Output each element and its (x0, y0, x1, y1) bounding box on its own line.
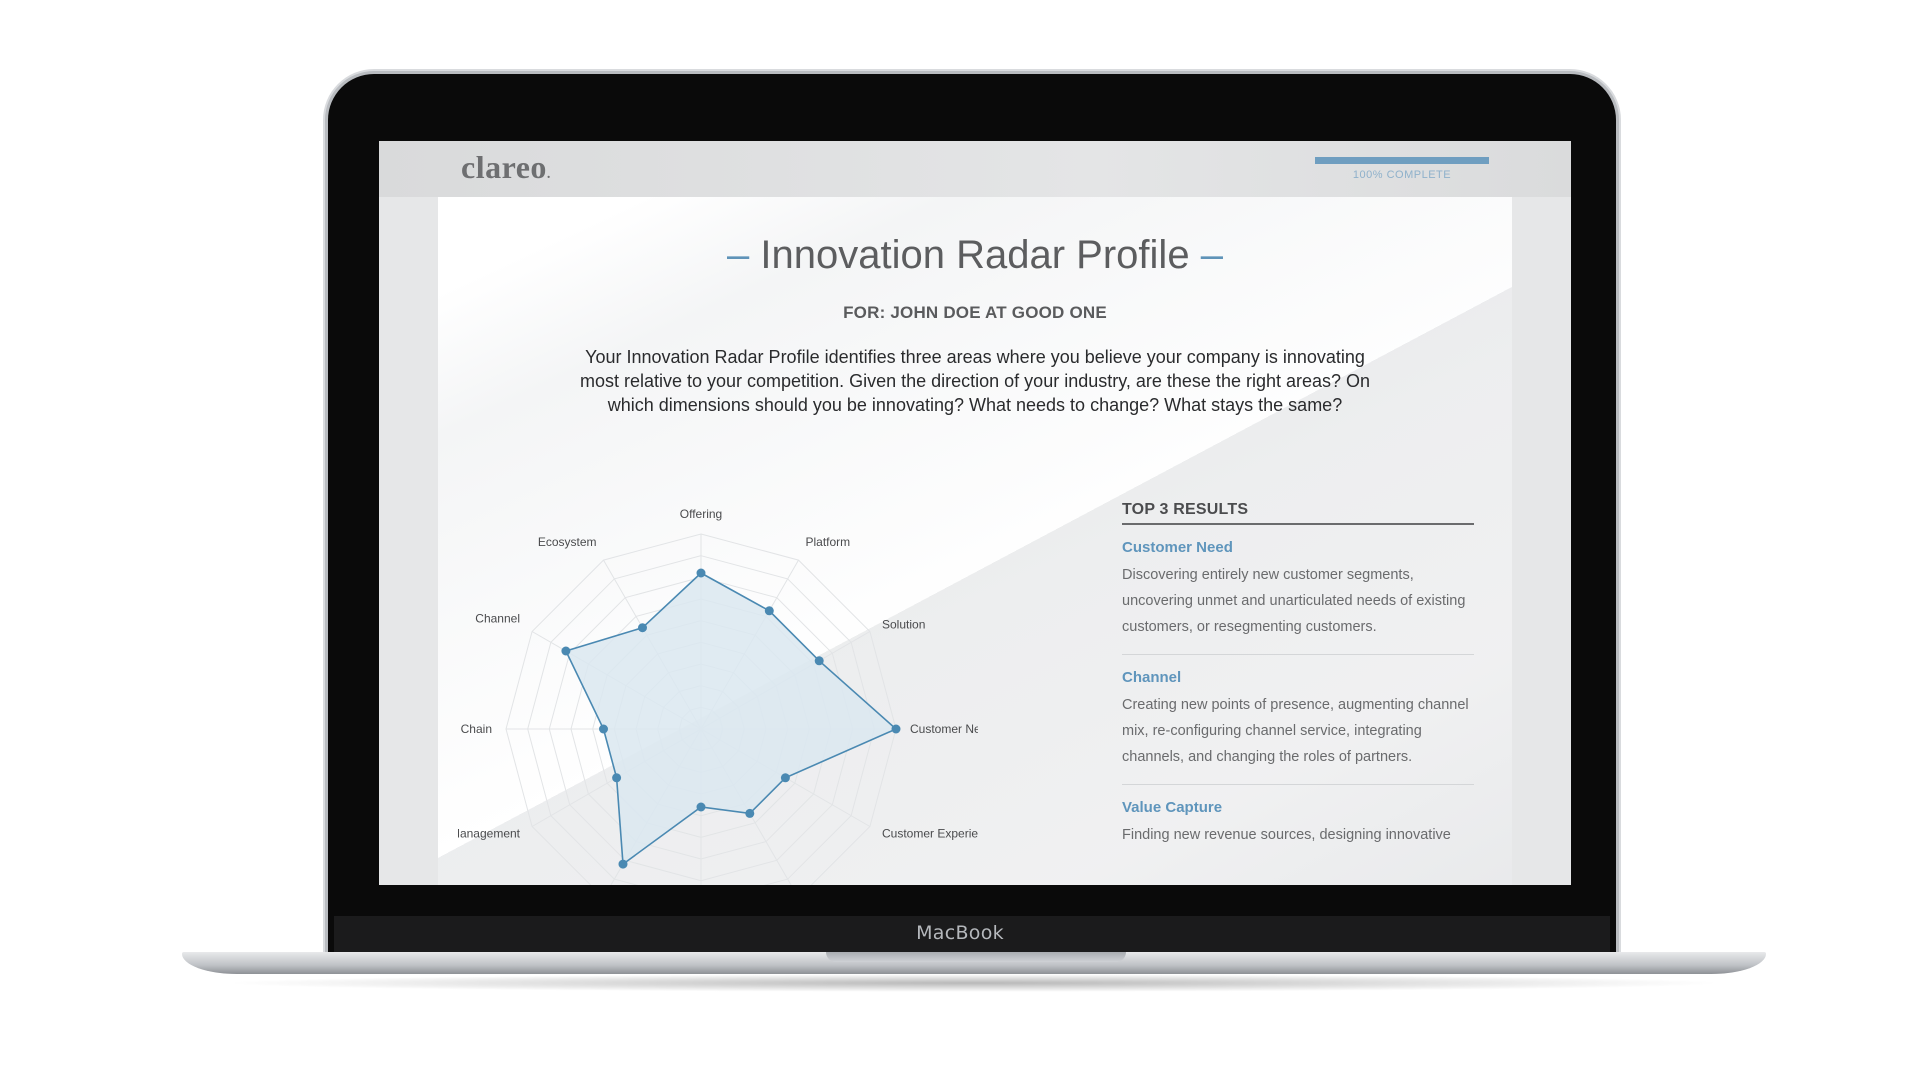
title-dash-right: – (1200, 233, 1223, 277)
radar-data-point (561, 646, 571, 656)
result-description: Discovering entirely new customer segmen… (1122, 567, 1466, 635)
laptop-brand-label: MacBook (916, 922, 1004, 944)
laptop-scene: MacBook clareo. 100% COMPLETE – Innovati… (0, 0, 1920, 1080)
radar-data-point (764, 606, 774, 616)
logo-text: clareo (461, 149, 547, 185)
result-description: Creating new points of presence, augment… (1122, 697, 1469, 765)
report-recipient: FOR: JOHN DOE AT GOOD ONE (843, 303, 1107, 322)
radar-data-point (891, 724, 901, 734)
progress-bar-fill (1315, 157, 1489, 164)
result-item: Value Capture Finding new revenue source… (1122, 785, 1474, 862)
report-sheet: – Innovation Radar Profile – FOR: JOHN D… (438, 197, 1512, 885)
radar-data-point (638, 623, 647, 633)
progress-bar (1315, 157, 1489, 164)
result-description: Finding new revenue sources, designing i… (1122, 827, 1451, 843)
laptop-screen: clareo. 100% COMPLETE – Innovation Radar… (379, 141, 1571, 885)
clareo-logo[interactable]: clareo. (461, 149, 551, 186)
radar-data-point (612, 773, 622, 783)
report-intro: Your Innovation Radar Profile identifies… (579, 347, 1371, 415)
radar-data-point (696, 802, 706, 812)
radar-axis-label: Ecosystem (538, 535, 597, 549)
page-title: – Innovation Radar Profile – (438, 233, 1512, 278)
progress-label: 100% COMPLETE (1352, 169, 1452, 181)
top-results-panel: TOP 3 RESULTS Customer Need Discovering … (1122, 501, 1474, 862)
radar-axis-label: Offering (680, 507, 722, 521)
radar-data-point (618, 859, 628, 869)
radar-data-point (745, 808, 755, 818)
result-item: Customer Need Discovering entirely new c… (1122, 525, 1474, 655)
title-dash-left: – (727, 233, 750, 277)
radar-data-point (599, 724, 608, 734)
top-results-title: TOP 3 RESULTS (1122, 501, 1474, 525)
result-name[interactable]: Value Capture (1122, 799, 1474, 816)
app-header: clareo. 100% COMPLETE (379, 141, 1571, 197)
radar-data-point (780, 773, 790, 783)
result-name[interactable]: Channel (1122, 669, 1474, 686)
radar-axis-label: Customer Need (910, 722, 978, 736)
radar-axis-label: Supply Chain (458, 722, 492, 736)
laptop-shadow (220, 974, 1728, 992)
radar-axis-label: Platform (806, 535, 851, 549)
laptop-base-notch (826, 952, 1126, 962)
radar-axis-label: Customer Experience (882, 827, 978, 841)
radar-data-point (814, 656, 824, 666)
title-text: Innovation Radar Profile (760, 233, 1190, 277)
radar-axis-label: Solution (882, 618, 925, 632)
radar-data-point (696, 568, 706, 578)
result-item: Channel Creating new points of presence,… (1122, 655, 1474, 785)
result-name[interactable]: Customer Need (1122, 539, 1474, 556)
radar-axis-label: Management (458, 827, 521, 841)
radar-chart: Offering Platform Solution Customer Need Cus… (458, 507, 978, 885)
radar-axis-label: Channel (475, 612, 520, 626)
